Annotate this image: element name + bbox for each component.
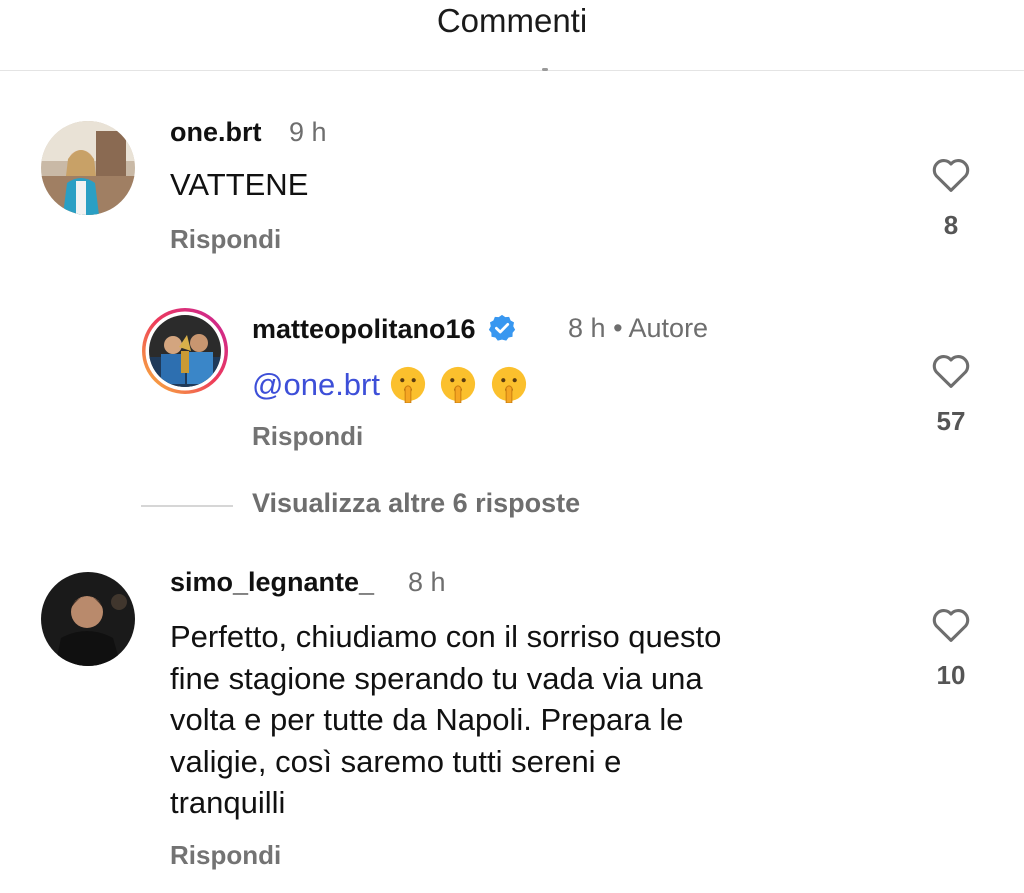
comment-text-line: tranquilli bbox=[170, 785, 286, 820]
reply-username[interactable]: matteopolitano16 bbox=[252, 313, 517, 345]
shushing-face-icon bbox=[390, 366, 425, 403]
like-heart-icon[interactable] bbox=[930, 155, 972, 193]
shushing-face-icon bbox=[491, 366, 526, 403]
emoji-group bbox=[389, 366, 532, 403]
like-count: 10 bbox=[936, 660, 966, 690]
comment-username[interactable]: simo_legnante_ bbox=[170, 567, 374, 598]
comment-text-line: volta e per tutte da Napoli. Prepara le bbox=[170, 702, 684, 737]
header-title: Commenti bbox=[436, 2, 588, 39]
view-more-replies-button[interactable]: Visualizza altre 6 risposte bbox=[252, 488, 580, 519]
author-label: • Autore bbox=[613, 313, 709, 343]
comments-header: Commenti bbox=[0, 0, 1024, 71]
reply-meta: 8 h • Autore bbox=[568, 313, 708, 344]
avatar-story-ring[interactable] bbox=[141, 307, 229, 395]
like-heart-icon[interactable] bbox=[930, 351, 972, 389]
mention-link[interactable]: @one.brt bbox=[252, 367, 380, 402]
reply-button[interactable]: Rispondi bbox=[170, 840, 281, 871]
reply-username-text: matteopolitano16 bbox=[252, 314, 476, 344]
view-more-divider bbox=[141, 505, 233, 507]
shushing-face-icon bbox=[441, 366, 476, 403]
reply-button[interactable]: Rispondi bbox=[252, 421, 363, 452]
comment-text-line: valigie, così saremo tutti sereni e bbox=[170, 743, 622, 779]
like-count: 57 bbox=[936, 406, 966, 436]
verified-badge-icon bbox=[488, 314, 516, 341]
sheet-grabber[interactable] bbox=[542, 68, 548, 71]
reply-time: 8 h bbox=[568, 313, 606, 343]
avatar[interactable] bbox=[41, 572, 135, 666]
comment-text-line: Perfetto, chiudiamo con il sorriso quest… bbox=[170, 619, 722, 654]
comment-text: VATTENE bbox=[170, 167, 309, 202]
avatar[interactable] bbox=[41, 121, 135, 215]
comment-time: 8 h bbox=[408, 567, 446, 597]
comment-username[interactable]: one.brt bbox=[170, 117, 262, 148]
like-count: 8 bbox=[943, 210, 959, 240]
comment-text-line: fine stagione sperando tu vada via una bbox=[170, 660, 703, 696]
reply-text: @one.brt bbox=[252, 364, 532, 406]
comment-text: Perfetto, chiudiamo con il sorriso quest… bbox=[170, 616, 910, 824]
like-heart-icon[interactable] bbox=[930, 605, 972, 643]
comment-time: 9 h bbox=[289, 117, 327, 147]
reply-button[interactable]: Rispondi bbox=[170, 224, 281, 255]
